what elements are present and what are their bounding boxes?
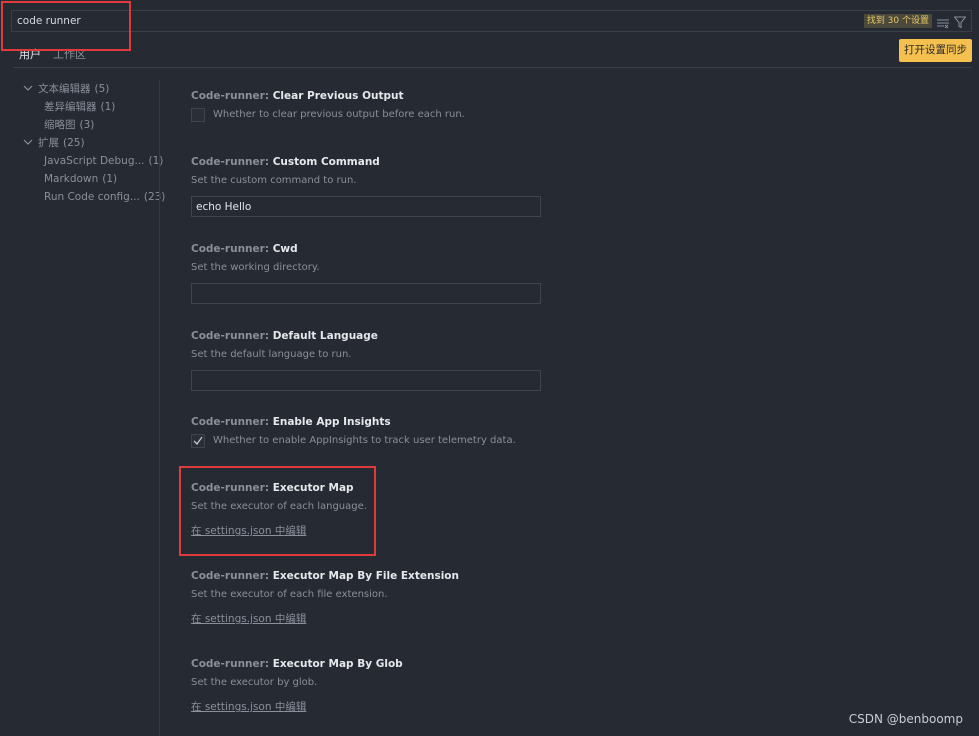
edit-in-settings-json-link[interactable]: 在 settings.json 中编辑 xyxy=(191,699,306,714)
setting-executor-map-by-glob: Code-runner: Executor Map By Glob Set th… xyxy=(191,656,931,714)
setting-title: Code-runner: Default Language xyxy=(191,328,931,344)
custom-command-input[interactable] xyxy=(191,196,541,217)
setting-name: Executor Map By Glob xyxy=(272,658,403,670)
setting-enable-app-insights: Code-runner: Enable App Insights Whether… xyxy=(191,414,931,449)
chevron-down-icon xyxy=(23,85,33,91)
setting-executor-map-by-file-extension: Code-runner: Executor Map By File Extens… xyxy=(191,568,931,626)
setting-category: Code-runner: xyxy=(191,570,273,582)
setting-description: Whether to enable AppInsights to track u… xyxy=(213,435,516,446)
toc-item-text-editor[interactable]: 文本编辑器 (5) xyxy=(20,80,160,98)
setting-description: Set the executor by glob. xyxy=(191,677,318,688)
setting-category: Code-runner: xyxy=(191,330,273,342)
toc-item-diff-editor[interactable]: 差异编辑器 (1) xyxy=(20,98,160,116)
edit-in-settings-json-link[interactable]: 在 settings.json 中编辑 xyxy=(191,611,306,626)
checkmark-icon xyxy=(193,436,203,446)
filter-icon[interactable] xyxy=(953,14,967,29)
toc-item-count: (1) xyxy=(148,155,164,167)
toc-item-label: 差异编辑器 xyxy=(44,101,97,113)
setting-description: Set the executor of each file extension. xyxy=(191,589,388,600)
toc-item-markdown[interactable]: Markdown (1) xyxy=(20,170,160,188)
search-highlight-box xyxy=(1,1,131,51)
toc-item-label: 文本编辑器 xyxy=(38,83,91,95)
clear-filter-icon[interactable] xyxy=(937,15,949,29)
toc-item-run-code-config[interactable]: Run Code config... (23) xyxy=(20,188,165,206)
toc-item-label: Markdown xyxy=(44,173,99,185)
toc-item-label: Run Code config... xyxy=(44,191,140,203)
toc-item-count: (1) xyxy=(100,101,116,113)
setting-name: Default Language xyxy=(272,330,378,342)
setting-checkbox[interactable] xyxy=(191,434,205,448)
setting-category: Code-runner: xyxy=(191,658,273,670)
setting-description: Set the default language to run. xyxy=(191,349,352,360)
setting-description: Whether to clear previous output before … xyxy=(213,109,465,120)
toc-item-label: 扩展 xyxy=(38,137,59,149)
setting-name: Clear Previous Output xyxy=(272,90,404,102)
chevron-down-icon xyxy=(23,139,33,145)
toc-item-extensions[interactable]: 扩展 (25) xyxy=(20,134,160,152)
setting-name: Cwd xyxy=(272,243,298,255)
setting-cwd: Code-runner: Cwd Set the working directo… xyxy=(191,241,931,304)
setting-description: Set the working directory. xyxy=(191,262,320,273)
executor-map-highlight-box xyxy=(179,466,376,556)
setting-category: Code-runner: xyxy=(191,156,273,168)
setting-name: Enable App Insights xyxy=(272,416,391,428)
setting-clear-previous-output: Code-runner: Clear Previous Output Wheth… xyxy=(191,88,931,123)
setting-title: Code-runner: Cwd xyxy=(191,241,931,257)
setting-title: Code-runner: Clear Previous Output xyxy=(191,88,931,104)
toc-item-count: (3) xyxy=(79,119,95,131)
toc-divider xyxy=(159,80,160,736)
setting-title: Code-runner: Enable App Insights xyxy=(191,414,931,430)
search-results-count: 找到 30 个设置 xyxy=(863,14,932,28)
settings-toc: 文本编辑器 (5) 差异编辑器 (1) 缩略图 (3) 扩展 (25) JavaScri… xyxy=(20,80,165,206)
tab-divider xyxy=(13,67,972,68)
cwd-input[interactable] xyxy=(191,283,541,304)
toc-item-count: (5) xyxy=(94,83,110,95)
setting-checkbox[interactable] xyxy=(191,108,205,122)
setting-description: Set the custom command to run. xyxy=(191,175,357,186)
setting-category: Code-runner: xyxy=(191,243,273,255)
setting-title: Code-runner: Executor Map By Glob xyxy=(191,656,931,672)
watermark: CSDN @benboomp xyxy=(848,712,963,726)
toc-item-minimap[interactable]: 缩略图 (3) xyxy=(20,116,160,134)
setting-category: Code-runner: xyxy=(191,90,273,102)
default-language-input[interactable] xyxy=(191,370,541,391)
setting-name: Custom Command xyxy=(272,156,380,168)
toc-item-label: 缩略图 xyxy=(44,119,76,131)
toc-item-javascript-debugger[interactable]: JavaScript Debug... (1) xyxy=(20,152,163,170)
toc-item-count: (25) xyxy=(63,137,85,149)
setting-category: Code-runner: xyxy=(191,416,273,428)
toc-item-label: JavaScript Debug... xyxy=(44,155,145,167)
setting-custom-command: Code-runner: Custom Command Set the cust… xyxy=(191,154,931,217)
toc-item-count: (23) xyxy=(143,191,166,203)
settings-sync-button[interactable]: 打开设置同步 xyxy=(899,39,972,62)
setting-default-language: Code-runner: Default Language Set the de… xyxy=(191,328,931,391)
setting-title: Code-runner: Executor Map By File Extens… xyxy=(191,568,931,584)
settings-search-bar[interactable]: 找到 30 个设置 xyxy=(11,10,972,32)
setting-name: Executor Map By File Extension xyxy=(272,570,459,582)
toc-item-count: (1) xyxy=(102,173,118,185)
setting-title: Code-runner: Custom Command xyxy=(191,154,931,170)
